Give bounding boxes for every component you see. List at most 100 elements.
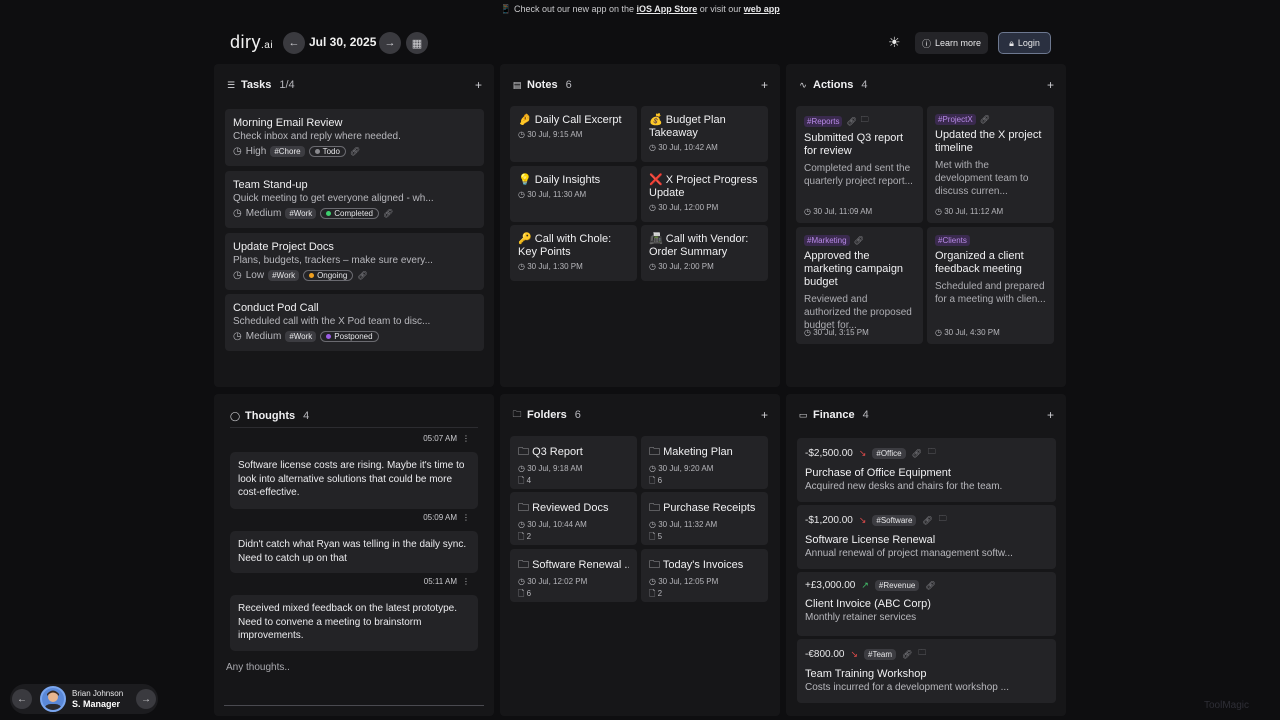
add-note-button[interactable]: + [761, 78, 768, 92]
note-card[interactable]: ❌ X Project Progress Update ◷ 30 Jul, 12:… [641, 166, 768, 222]
note-title: Call with Chole: Key Points [518, 233, 612, 258]
folder-file-count: 6 [657, 476, 663, 485]
learn-more-button[interactable]: ⓘ Learn more [915, 32, 988, 54]
folder-icon[interactable]: 🗀 [939, 513, 947, 527]
link-icon[interactable]: 🔗︎ [980, 115, 990, 124]
login-button[interactable]: 🔒︎ Login [998, 32, 1051, 54]
more-vertical-icon[interactable]: ⋮ [462, 577, 470, 586]
divider [230, 427, 478, 428]
folder-card[interactable]: 🗀 Purchase Receipts ◷ 30 Jul, 11:32 AM 🗋 5 [641, 492, 768, 545]
folder-icon[interactable]: 🗀 [861, 114, 869, 128]
note-card[interactable]: 🔑 Call with Chole: Key Points ◷ 30 Jul, 1… [510, 225, 637, 281]
thought-bubble[interactable]: Didn't catch what Ryan was telling in th… [230, 531, 478, 573]
task-status[interactable]: Completed [320, 208, 379, 219]
link-icon[interactable]: 🔗︎ [912, 449, 922, 458]
action-tag[interactable]: #Clients [935, 235, 970, 246]
note-card[interactable]: 💡 Daily Insights ◷ 30 Jul, 11:30 AM [510, 166, 637, 222]
thought-time: 05:07 AM ⋮ [418, 434, 470, 443]
task-card[interactable]: Team Stand-up Quick meeting to get every… [225, 171, 484, 228]
calendar-button[interactable]: ▦ [406, 32, 428, 54]
finance-card[interactable]: +£3,000.00 ↗ #Revenue 🔗︎ Client Invoice (AB… [797, 572, 1056, 636]
note-card[interactable]: 💰 Budget Plan Takeaway ◷ 30 Jul, 10:42 AM [641, 106, 768, 162]
finance-tag[interactable]: #Team [864, 648, 897, 660]
note-card[interactable]: 🤌 Daily Call Excerpt ◷ 30 Jul, 9:15 AM [510, 106, 637, 162]
user-prev-button[interactable]: ← [12, 689, 32, 709]
thoughts-count: 4 [303, 410, 310, 422]
folder-card[interactable]: 🗀 Maketing Plan ◷ 30 Jul, 9:20 AM 🗋 6 [641, 436, 768, 489]
task-title: Morning Email Review [233, 117, 343, 129]
link-icon[interactable]: 🔗︎ [925, 581, 935, 590]
finance-card[interactable]: -$2,500.00 ↘ #Office 🔗︎ 🗀 Purchase of Office… [797, 438, 1056, 502]
task-tag[interactable]: #Work [285, 331, 317, 342]
link-icon[interactable]: 🔗︎ [350, 147, 360, 156]
folder-icon[interactable]: 🗀 [928, 446, 936, 460]
thought-input[interactable]: Any thoughts.. [226, 662, 290, 673]
actions-panel: ∿ Actions 4 + #Reports 🔗︎ 🗀 Submitted Q3 r… [786, 64, 1066, 387]
folder-icon[interactable]: 🗀 [918, 647, 926, 661]
finance-tag[interactable]: #Software [872, 514, 917, 526]
thought-bubble[interactable]: Received mixed feedback on the latest pr… [230, 595, 478, 651]
link-icon[interactable]: 🔗︎ [854, 236, 864, 245]
link-icon[interactable]: 🔗︎ [922, 516, 932, 525]
link-icon[interactable]: 🔗︎ [383, 209, 393, 218]
task-status[interactable]: Todo [308, 146, 346, 157]
action-card[interactable]: #ProjectX 🔗︎ Updated the X project timeli… [927, 106, 1054, 223]
prev-day-button[interactable]: ← [283, 32, 305, 54]
finance-tag[interactable]: #Revenue [874, 580, 920, 591]
status-dot [326, 334, 332, 339]
user-next-button[interactable]: → [136, 689, 156, 709]
task-card[interactable]: Update Project Docs Plans, budgets, trac… [225, 233, 484, 290]
note-time: 30 Jul, 2:00 PM [658, 262, 714, 271]
action-card[interactable]: #Marketing 🔗︎ Approved the marketing camp… [796, 227, 923, 344]
theme-toggle-sun-icon[interactable]: ☀ [888, 34, 901, 51]
add-action-button[interactable]: + [1047, 78, 1054, 92]
note-card[interactable]: 📠 Call with Vendor: Order Summary ◷ 30 Ju… [641, 225, 768, 281]
thoughts-header: ◯ Thoughts 4 [230, 409, 482, 423]
next-day-button[interactable]: → [379, 32, 401, 54]
logo[interactable]: diry.ai [230, 32, 273, 53]
lock-icon: 🔒︎ [1009, 37, 1014, 48]
clock-icon: ◷ [518, 464, 525, 473]
more-vertical-icon[interactable]: ⋮ [462, 513, 470, 522]
add-folder-button[interactable]: + [761, 408, 768, 422]
task-card[interactable]: Conduct Pod Call Scheduled call with the… [225, 294, 484, 351]
thought-time-label: 05:09 AM [423, 513, 457, 522]
thought-bubble[interactable]: Software license costs are rising. Maybe… [230, 452, 478, 509]
folder-file-count: 2 [657, 589, 663, 598]
finance-card[interactable]: -€800.00 ↘ #Team 🔗︎ 🗀 Team Training Workshop… [797, 639, 1056, 703]
action-tag[interactable]: #Marketing [804, 235, 850, 246]
action-tag[interactable]: #ProjectX [935, 114, 976, 125]
more-vertical-icon[interactable]: ⋮ [462, 434, 470, 443]
finance-card[interactable]: -$1,200.00 ↘ #Software 🔗︎ 🗀 Software License… [797, 505, 1056, 569]
add-finance-button[interactable]: + [1047, 408, 1054, 422]
action-card[interactable]: #Reports 🔗︎ 🗀 Submitted Q3 report for revi… [796, 106, 923, 223]
action-card[interactable]: #Clients Organized a client feedback mee… [927, 227, 1054, 344]
task-title: Update Project Docs [233, 241, 334, 253]
link-icon[interactable]: 🔗︎ [357, 271, 367, 280]
task-tag[interactable]: #Work [285, 208, 317, 219]
avatar-face-icon [45, 690, 61, 710]
folder-card[interactable]: 🗀 Software Renewal ... ◷ 30 Jul, 12:02 PM… [510, 549, 637, 602]
file-icon: 🗋 [649, 532, 656, 541]
task-priority: Low [245, 270, 265, 281]
folder-card[interactable]: 🗀 Reviewed Docs ◷ 30 Jul, 10:44 AM 🗋 2 [510, 492, 637, 545]
task-status[interactable]: Ongoing [303, 270, 354, 281]
add-task-button[interactable]: + [475, 78, 482, 92]
web-app-link[interactable]: web app [744, 4, 780, 14]
avatar[interactable] [40, 686, 66, 712]
link-icon[interactable]: 🔗︎ [902, 650, 912, 659]
folder-card[interactable]: 🗀 Today's Invoices ◷ 30 Jul, 12:05 PM 🗋 2 [641, 549, 768, 602]
clock-icon: ◷ [649, 520, 656, 529]
ios-store-link[interactable]: iOS App Store [637, 4, 698, 14]
task-tag[interactable]: #Chore [270, 146, 305, 157]
folder-card[interactable]: 🗀 Q3 Report ◷ 30 Jul, 9:18 AM 🗋 4 [510, 436, 637, 489]
task-status[interactable]: Postponed [320, 331, 379, 342]
task-tag[interactable]: #Work [268, 270, 300, 281]
actions-count: 4 [861, 79, 868, 91]
notes-panel: ▤ Notes 6 + 🤌 Daily Call Excerpt ◷ 30 Jul… [500, 64, 780, 387]
finance-tag[interactable]: #Office [872, 447, 906, 459]
folder-time: 30 Jul, 9:18 AM [527, 464, 583, 473]
link-icon[interactable]: 🔗︎ [846, 117, 856, 126]
action-tag[interactable]: #Reports [804, 115, 843, 127]
task-card[interactable]: Morning Email Review Check inbox and rep… [225, 109, 484, 166]
